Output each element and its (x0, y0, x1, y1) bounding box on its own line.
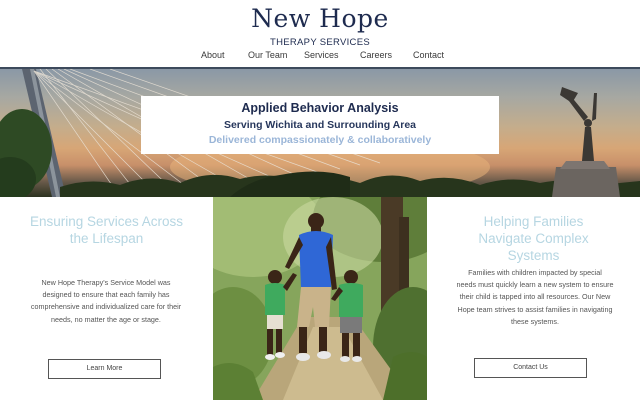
section-heading: Helping Families Navigate Complex System… (427, 213, 640, 264)
navigate-systems-section: Helping Families Navigate Complex System… (427, 197, 640, 400)
heading-line: the Lifespan (69, 231, 144, 246)
family-photo (213, 197, 427, 400)
hero-text-box: Applied Behavior Analysis Serving Wichit… (141, 96, 499, 154)
nav-about[interactable]: About (201, 50, 225, 60)
heading-line: Navigate Complex (478, 231, 589, 246)
section-heading: Ensuring Services Across the Lifespan (0, 213, 213, 247)
nav-services[interactable]: Services (304, 50, 339, 60)
hero-tagline: Delivered compassionately & collaborativ… (208, 134, 432, 146)
body-line: New Hope Therapy's Service Model was (41, 278, 171, 287)
section-body: New Hope Therapy's Service Model was des… (6, 277, 206, 326)
hero-subtitle: Serving Wichita and Surrounding Area (223, 119, 417, 131)
brand-title[interactable]: New Hope (0, 4, 640, 33)
nav-our-team[interactable]: Our Team (248, 50, 287, 60)
nav-contact[interactable]: Contact (413, 50, 444, 60)
learn-more-button[interactable]: Learn More (48, 359, 161, 379)
heading-line: Systems (507, 248, 560, 263)
contact-us-button[interactable]: Contact Us (474, 358, 587, 378)
body-line: Hope team strives to assist families in … (457, 304, 613, 314)
body-line: Families with children impacted by speci… (468, 268, 602, 277)
body-line: their child is tapped into all resources… (459, 292, 611, 302)
hero-banner: Applied Behavior Analysis Serving Wichit… (0, 69, 640, 197)
nav-careers[interactable]: Careers (360, 50, 392, 60)
main-nav: About Our Team Services Careers Contact (0, 50, 640, 64)
heading-line: Helping Families (483, 214, 584, 229)
body-line: these systems. (511, 316, 559, 326)
body-line: needs must quickly learn a new system to… (456, 280, 614, 290)
brand-subtitle: THERAPY SERVICES (269, 37, 370, 48)
hero-title: Applied Behavior Analysis (241, 101, 399, 115)
section-body: Families with children impacted by speci… (435, 267, 635, 328)
body-line: designed to ensure that each family has (42, 290, 170, 300)
body-line: comprehensive and individualized care fo… (30, 302, 182, 312)
site-header: New Hope THERAPY SERVICES About Our Team… (0, 0, 640, 69)
heading-line: Ensuring Services Across (29, 214, 184, 229)
services-lifespan-section: Ensuring Services Across the Lifespan Ne… (0, 197, 213, 400)
body-line: needs, no matter the age or stage. (51, 314, 161, 324)
family-walking-image (213, 197, 427, 400)
